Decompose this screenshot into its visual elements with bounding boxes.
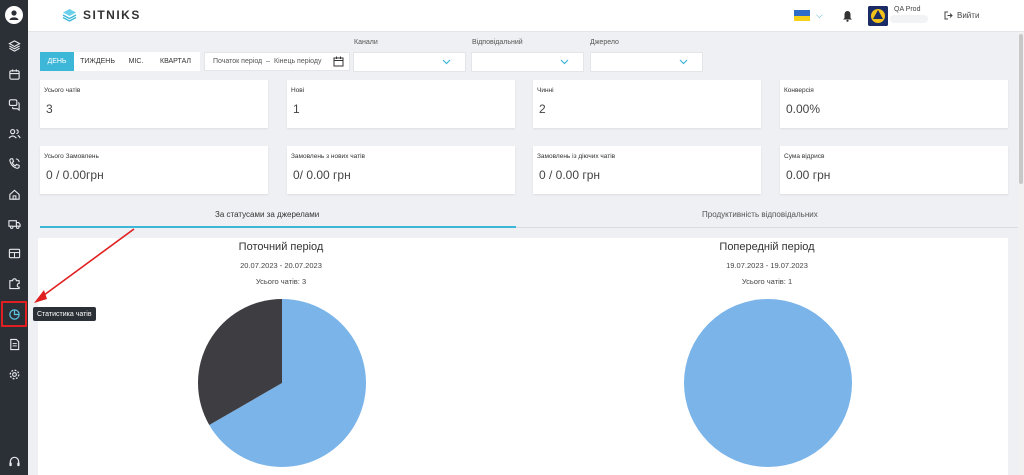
current-period-total: Усього чатів: 3 (255, 277, 307, 286)
stat-value: 3 (46, 102, 53, 116)
account-name: QA Prod (894, 6, 921, 13)
user-avatar-icon[interactable] (5, 6, 23, 24)
stat-label: Конверсія (784, 87, 814, 94)
stat-card-active: Чинні 2 (533, 80, 761, 128)
truck-icon[interactable] (0, 212, 28, 234)
date-separator: – (266, 58, 271, 65)
source-label: Джерело (590, 39, 619, 46)
logout-icon (944, 11, 953, 20)
stat-label: Чинні (537, 87, 554, 94)
stat-label: Усього чатів (44, 87, 81, 94)
stat-card-total-chats: Усього чатів 3 (40, 80, 268, 128)
stat-card-shipments-sum: Сума відрисв 0.00 грн (780, 146, 1008, 194)
logo-text: SITNIKS (83, 8, 141, 22)
chevron-down-icon (560, 59, 569, 65)
stat-card-orders-active-chats: Замовлень із діючих чатів 0 / 0.00 грн (533, 146, 761, 194)
current-period-dates: 20.07.2023 - 20.07.2023 (240, 261, 322, 270)
previous-period-dates: 19.07.2023 - 19.07.2023 (726, 261, 808, 270)
date-start-placeholder: Початок період (213, 58, 263, 65)
sidebar-tooltip: Статистика чатів (33, 307, 96, 321)
calendar-icon[interactable] (0, 63, 28, 85)
previous-period-total: Усього чатів: 1 (741, 277, 793, 286)
home-icon[interactable] (0, 183, 28, 205)
period-quarter-button[interactable]: КВАРТАЛ (151, 52, 200, 71)
previous-period-title: Попередній період (719, 241, 815, 253)
pie-chart-icon[interactable] (1, 301, 27, 327)
date-end-placeholder: Кінець періоду (274, 58, 322, 65)
responsible-select[interactable] (471, 52, 584, 72)
main-content: ДЕНЬ ТИЖДЕНЬ МІС. КВАРТАЛ Початок період… (28, 32, 1018, 475)
period-day-button[interactable]: ДЕНЬ (40, 52, 74, 71)
phone-icon[interactable] (0, 152, 28, 174)
logo-icon (62, 9, 77, 22)
channels-select[interactable] (353, 52, 466, 72)
language-chevron-down-icon[interactable]: ⌵ (816, 10, 823, 21)
stat-card-total-orders: Усього Замовлень 0 / 0.00грн (40, 146, 268, 194)
sidebar (0, 0, 28, 475)
stat-value: 2 (539, 102, 546, 116)
source-select[interactable] (590, 52, 703, 72)
stats-tabs: За статусами за джерелами Продуктивність… (40, 204, 1018, 228)
channels-label: Канали (354, 39, 378, 46)
current-period-pie-chart (198, 299, 366, 467)
current-period-title: Поточний період (238, 241, 324, 253)
period-month-button[interactable]: МІС. (121, 52, 151, 71)
active-tab-indicator (40, 226, 516, 228)
responsible-label: Відповідальний (472, 39, 523, 46)
stat-value: 0/ 0.00 грн (293, 168, 351, 182)
stat-card-conversion: Конверсія 0.00% (780, 80, 1008, 128)
chevron-down-icon (679, 59, 688, 65)
date-range-input[interactable]: Початок період – Кінець періоду (204, 52, 350, 71)
logout-button[interactable]: Вийти (944, 11, 979, 20)
stat-card-new: Нові 1 (287, 80, 515, 128)
ukraine-flag-icon[interactable] (794, 10, 810, 21)
users-icon[interactable] (0, 122, 28, 144)
previous-period-pie-chart (684, 299, 852, 467)
pie-slice[interactable] (684, 299, 852, 467)
layers-icon[interactable] (0, 34, 28, 56)
chat-icon[interactable] (0, 93, 28, 115)
calendar-icon[interactable] (333, 56, 344, 67)
top-bar: SITNIKS ⌵ QA Prod Вийти (28, 0, 1024, 32)
stat-value: 0 / 0.00грн (46, 168, 104, 182)
stat-label: Нові (291, 87, 305, 94)
headset-icon[interactable] (0, 450, 28, 472)
table-icon[interactable] (0, 242, 28, 264)
stat-label: Замовлень з нових чатів (291, 153, 365, 160)
chevron-down-icon (442, 59, 451, 65)
puzzle-icon[interactable] (0, 272, 28, 294)
document-icon[interactable] (0, 333, 28, 355)
account-email-redacted (890, 15, 928, 23)
stat-value: 0 / 0.00 грн (539, 168, 601, 182)
stat-label: Замовлень із діючих чатів (537, 153, 616, 160)
period-week-button[interactable]: ТИЖДЕНЬ (74, 52, 121, 71)
tab-statuses-sources[interactable]: За статусами за джерелами (215, 210, 319, 219)
chart-panel: Поточний період 20.07.2023 - 20.07.2023 … (38, 238, 1008, 475)
notifications-bell-icon[interactable] (842, 9, 853, 27)
settings-icon[interactable] (0, 363, 28, 385)
stat-value: 1 (293, 102, 300, 116)
stat-value: 0.00 грн (786, 168, 831, 182)
account-logo[interactable] (868, 6, 888, 26)
page-scrollbar[interactable] (1018, 32, 1024, 475)
logout-label: Вийти (957, 11, 980, 20)
stat-label: Усього Замовлень (44, 153, 99, 160)
app-logo[interactable]: SITNIKS (62, 8, 141, 22)
stat-card-orders-new-chats: Замовлень з нових чатів 0/ 0.00 грн (287, 146, 515, 194)
stat-label: Сума відрисв (784, 153, 825, 160)
scrollbar-thumb[interactable] (1019, 34, 1023, 184)
tab-responsible-performance[interactable]: Продуктивність відповідальних (702, 210, 818, 219)
stat-value: 0.00% (786, 102, 821, 116)
